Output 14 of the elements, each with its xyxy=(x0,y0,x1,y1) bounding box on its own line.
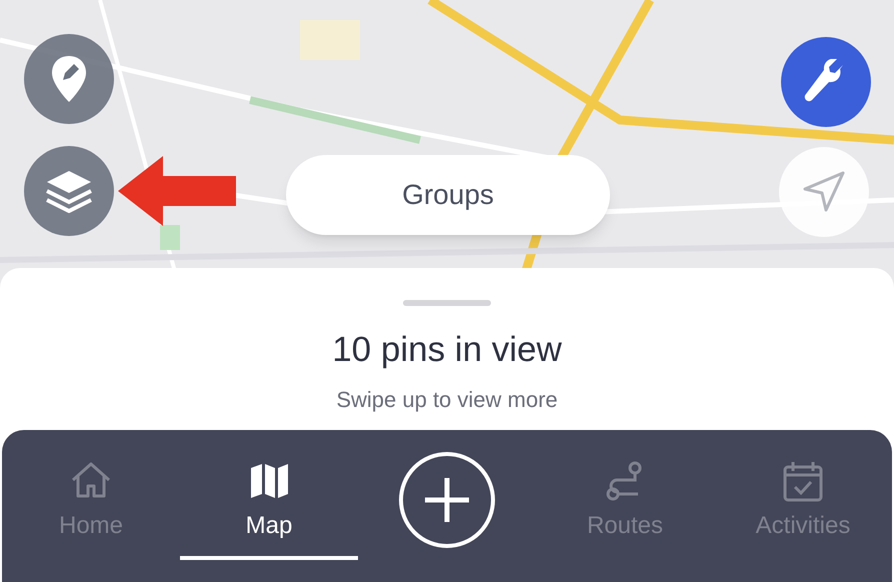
tab[interactable]: Map xyxy=(246,508,292,544)
tab[interactable]: Activities xyxy=(756,508,850,544)
arrow-icon xyxy=(118,156,238,226)
groups-button[interactable]: Groups xyxy=(286,155,610,235)
add-button[interactable] xyxy=(399,452,495,548)
tab[interactable]: Routes xyxy=(586,508,664,544)
pins-count: 10 pins in view xyxy=(332,329,562,371)
tab[interactable]: Home xyxy=(58,508,124,544)
layers-icon xyxy=(44,169,94,213)
pin-pencil-icon xyxy=(49,54,89,104)
sheet-handle[interactable] xyxy=(403,300,491,306)
calendar-check-icon xyxy=(781,460,825,502)
plus-icon xyxy=(423,476,471,524)
swipe-hint: Swipe up to view more xyxy=(336,386,558,414)
